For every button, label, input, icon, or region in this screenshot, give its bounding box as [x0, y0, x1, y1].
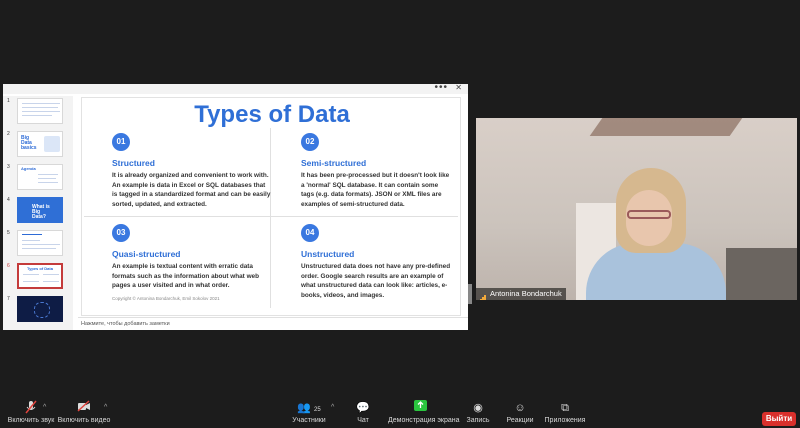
thumbnail-image-selected: Types of Data [17, 263, 63, 289]
thumbnail-number: 3 [7, 164, 10, 170]
chevron-up-icon[interactable]: ^ [104, 404, 107, 411]
share-screen-label: Демонстрация экрана [388, 417, 460, 424]
quadrant-heading: Semi-structured [301, 158, 367, 168]
thumbnail-image [17, 296, 63, 322]
number-badge: 01 [112, 133, 130, 151]
participants-button[interactable]: 👥 25 Участники [288, 400, 330, 426]
thumbnail-image [17, 98, 63, 124]
thumbnail-number: 4 [7, 197, 10, 203]
number-badge: 04 [301, 224, 319, 242]
reactions-icon: ☺ [514, 402, 526, 414]
apps-button[interactable]: ⧉ Приложения [542, 400, 588, 426]
close-icon[interactable]: ✕ [455, 83, 462, 92]
thumbnail-2[interactable]: 2 Big Data basics [5, 131, 71, 161]
quadrant-text: Unstructured data does not have any pre-… [301, 263, 451, 299]
thumbnail-image: Big Data basics [17, 131, 63, 157]
divider [84, 216, 458, 217]
participant-video[interactable]: Antonina Bondarchuk [476, 118, 797, 300]
signal-icon [480, 290, 488, 300]
thumbnail-number: 1 [7, 98, 10, 104]
ceiling-fan [589, 118, 743, 136]
more-options-icon[interactable]: ••• [434, 82, 448, 93]
number-badge: 03 [112, 224, 130, 242]
quadrant-heading: Unstructured [301, 249, 355, 259]
quadrant-heading: Quasi-structured [112, 249, 181, 259]
chat-button[interactable]: 💬 Чат [348, 400, 378, 426]
person-glasses [627, 210, 671, 219]
thumbnail-label: Agenda [21, 166, 36, 171]
apps-icon: ⧉ [561, 402, 569, 414]
participant-name-tag: Antonina Bondarchuk [476, 288, 566, 300]
start-video-label: Включить видео [57, 417, 111, 424]
thumbnail-7[interactable]: 7 [5, 296, 71, 326]
chat-icon: 💬 [356, 402, 370, 414]
muted-microphone-icon [6, 400, 56, 416]
chevron-up-icon[interactable]: ^ [43, 404, 46, 411]
quadrant-text: An example is textual content with errat… [112, 263, 260, 289]
thumbnail-number: 5 [7, 230, 10, 236]
chat-label: Чат [357, 417, 369, 424]
share-screen-icon [388, 400, 452, 416]
quadrant-text: It has been pre-processed but it doesn't… [301, 172, 450, 208]
thumbnail-3[interactable]: 3 Agenda [5, 164, 71, 194]
quadrant-heading: Structured [112, 158, 155, 168]
chevron-up-icon[interactable]: ^ [331, 404, 334, 411]
shared-screen: ••• ✕ 1 2 Big Data basics 3 Agenda 4 Wha… [3, 82, 472, 330]
reactions-button[interactable]: ☺ Реакции [504, 400, 536, 426]
unmute-label: Включить звук [7, 417, 55, 424]
apps-label: Приложения [544, 417, 586, 424]
participants-label: Участники [292, 417, 326, 424]
record-button[interactable]: ◉ Запись [462, 400, 494, 426]
number-badge: 02 [301, 133, 319, 151]
background-shelf [726, 248, 797, 300]
thumbnail-image: Agenda [17, 164, 63, 190]
record-icon: ◉ [473, 402, 483, 414]
reactions-label: Реакции [506, 417, 534, 424]
meeting-toolbar: Включить звук ^ Включить видео ^ 👥 25 Уч… [0, 400, 800, 428]
thumbnail-label: Big Data basics [21, 135, 37, 151]
thumbnail-number: 2 [7, 131, 10, 137]
thumbnail-label: What is Big Data? [32, 204, 50, 220]
thumbnail-image: What is Big Data? [17, 197, 63, 223]
unmute-button[interactable]: Включить звук [6, 400, 56, 426]
scrollbar[interactable] [468, 284, 472, 304]
window-titlebar: ••• ✕ [3, 82, 468, 94]
participant-name: Antonina Bondarchuk [490, 289, 562, 298]
participants-icon: 👥 25 [297, 402, 321, 414]
thumbnail-1[interactable]: 1 [5, 98, 71, 128]
slide-title: Types of Data [194, 101, 350, 128]
thumbnail-6[interactable]: 6 Types of Data [5, 263, 71, 293]
thumbnail-number: 6 [7, 263, 10, 269]
slide-copyright: Copyright © Antonina Bondarchuk, Emil So… [112, 296, 220, 301]
thumbnail-label: Types of Data [27, 266, 53, 271]
thumbnail-image [17, 230, 63, 256]
leave-button[interactable]: Выйти [762, 412, 796, 426]
slide-canvas: Types of Data 01 Structured It is alread… [81, 97, 461, 316]
participants-count: 25 [314, 407, 321, 413]
thumbnail-5[interactable]: 5 [5, 230, 71, 260]
speaker-notes[interactable]: Нажмите, чтобы добавить заметки [78, 317, 468, 330]
record-label: Запись [466, 417, 490, 424]
thumbnail-number: 7 [7, 296, 10, 302]
slide-thumbnail-panel: 1 2 Big Data basics 3 Agenda 4 What is B… [3, 96, 73, 330]
quadrant-text: It is already organized and convenient t… [112, 172, 271, 208]
thumbnail-4[interactable]: 4 What is Big Data? [5, 197, 71, 227]
share-screen-button[interactable]: Демонстрация экрана [388, 400, 460, 426]
